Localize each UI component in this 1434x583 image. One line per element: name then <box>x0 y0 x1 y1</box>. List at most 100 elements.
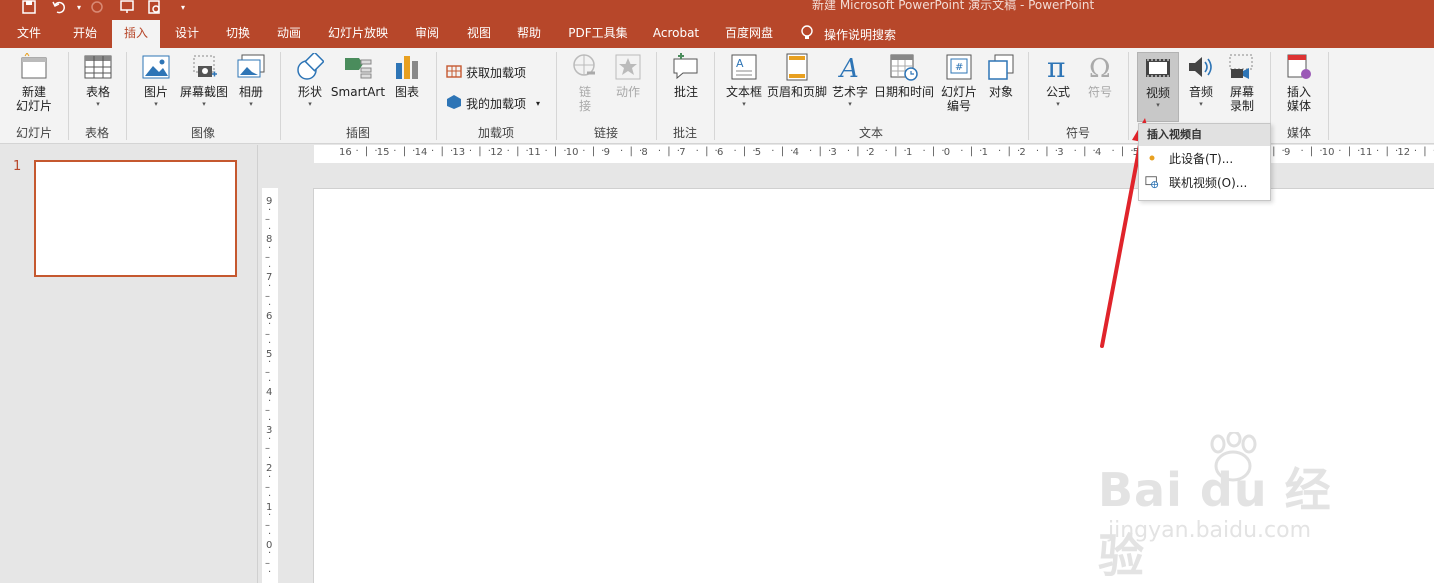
audio-button[interactable]: 音频 ▾ <box>1182 52 1220 109</box>
tab-home[interactable]: 开始 <box>62 20 108 48</box>
wordart-button[interactable]: A 艺术字 ▾ <box>830 52 870 109</box>
ruler-tick: · <box>771 146 775 157</box>
ruler-tick: · <box>846 146 851 157</box>
addin-cube-icon <box>446 94 462 113</box>
equation-label: 公式 <box>1045 85 1070 99</box>
tab-transitions[interactable]: 切换 <box>214 20 262 48</box>
slide-number-button[interactable]: # 幻灯片 编号 <box>938 52 980 113</box>
action-star-icon <box>613 52 643 82</box>
tell-me-search[interactable]: 操作说明搜索 <box>800 20 896 48</box>
new-slide-button[interactable]: 新建 幻灯片 <box>8 52 60 113</box>
comment-button[interactable]: 批注 <box>666 52 706 99</box>
tab-pdf-tools[interactable]: PDF工具集 <box>560 20 636 48</box>
action-button[interactable]: 动作 <box>608 52 648 99</box>
ruler-tick: · <box>1338 146 1342 157</box>
ruler-tick: | <box>553 146 558 157</box>
screenshot-label: 屏幕截图 <box>179 85 228 99</box>
textbox-icon: A <box>729 52 759 82</box>
preview-icon[interactable] <box>146 0 164 14</box>
vertical-ruler: 9 · – · 8 · – · 7 · – · 6 · – · 5 · – · 4 · – · 3 · – · 2 · – · 1 · – · 0 · – · <box>262 188 278 583</box>
chevron-down-icon: ▾ <box>96 100 100 108</box>
ruler-label: 13 <box>452 147 466 158</box>
chart-button[interactable]: 图表 <box>388 52 426 99</box>
my-addins-label: 我的加载项 <box>466 97 527 111</box>
ruler-tick: | <box>1385 146 1389 157</box>
ruler-tick: · <box>695 146 699 157</box>
svg-text:#: # <box>955 62 963 73</box>
link-globe-icon <box>570 52 600 82</box>
table-button[interactable]: 表格 ▾ <box>76 52 120 109</box>
menu-item-this-device[interactable]: 此设备(T)... <box>1139 146 1270 170</box>
tab-file[interactable]: 文件 <box>10 20 48 48</box>
symbol-button[interactable]: Ω 符号 <box>1080 52 1120 99</box>
ruler-tick: | <box>402 146 407 157</box>
menu-item-label: 联机视频(O)... <box>1169 175 1248 190</box>
ruler-label: 1 <box>906 147 913 158</box>
save-icon[interactable] <box>20 0 38 14</box>
tab-acrobat[interactable]: Acrobat <box>644 20 708 48</box>
header-footer-button[interactable]: 页眉和页脚 <box>766 52 828 99</box>
tab-baidu-netdisk[interactable]: 百度网盘 <box>716 20 782 48</box>
ruler-tick: | <box>440 146 444 157</box>
object-button[interactable]: 对象 <box>982 52 1020 99</box>
ruler-tick: | <box>1347 146 1352 157</box>
ruler-label: 8 <box>641 147 648 158</box>
group-images-label: 图像 <box>190 126 215 140</box>
picture-button[interactable]: 图片 ▾ <box>136 52 176 109</box>
tab-slideshow[interactable]: 幻灯片放映 <box>320 20 396 48</box>
separator <box>1328 52 1329 140</box>
ruler-tick: · <box>733 146 737 157</box>
ruler-tick: · <box>268 414 272 426</box>
menu-item-online-video[interactable]: 联机视频(O)... <box>1139 170 1270 194</box>
get-addins-button[interactable]: 获取加载项 <box>446 63 526 82</box>
screenshot-button[interactable]: 屏幕截图 ▾ <box>178 52 230 109</box>
customize-icon[interactable]: ▾ <box>174 0 192 14</box>
ruler-tick: · <box>657 146 662 157</box>
photo-album-button[interactable]: 相册 ▾ <box>232 52 270 109</box>
tab-insert[interactable]: 插入 <box>112 20 160 48</box>
slide-thumbnail[interactable] <box>34 160 237 277</box>
ruler-tick: · <box>922 146 926 157</box>
smartart-button[interactable]: SmartArt <box>330 52 386 99</box>
my-addins-button[interactable]: 我的加载项 ▾ <box>446 94 540 113</box>
present-icon[interactable] <box>118 0 136 14</box>
ruler-label: 7 <box>679 147 686 158</box>
picture-icon <box>141 52 171 82</box>
tell-me-label: 操作说明搜索 <box>824 27 897 42</box>
ruler-label: 11 <box>528 147 541 158</box>
shapes-button[interactable]: 形状 ▾ <box>290 52 330 109</box>
redo-icon[interactable] <box>88 0 106 14</box>
undo-dropdown-icon[interactable]: ▾ <box>70 0 88 14</box>
group-illustrations-label: 插图 <box>345 126 370 140</box>
textbox-button[interactable]: A 文本框 ▾ <box>724 52 764 109</box>
photo-album-icon <box>236 52 266 82</box>
picture-label: 图片 <box>143 85 168 99</box>
ruler-tick: · <box>268 338 272 350</box>
menu-item-label: 此设备(T)... <box>1169 151 1234 166</box>
calendar-clock-icon <box>889 52 919 82</box>
tab-animations[interactable]: 动画 <box>266 20 312 48</box>
smartart-label: SmartArt <box>330 85 386 99</box>
chevron-down-icon: ▾ <box>536 99 541 108</box>
group-links-label: 链接 <box>593 126 618 140</box>
video-label: 视频 <box>1145 86 1170 100</box>
insert-media-button[interactable]: 插入 媒体 <box>1278 52 1320 113</box>
ruler-label: 3 <box>1057 147 1064 158</box>
watermark-url: jingyan.baidu.com <box>1108 518 1312 543</box>
ruler-tick: | <box>818 146 822 157</box>
chevron-down-icon: ▾ <box>742 100 746 108</box>
screen-recording-button[interactable]: 屏幕 录制 <box>1222 52 1262 113</box>
get-addins-label: 获取加载项 <box>466 66 527 80</box>
link-button[interactable]: 链 接 <box>566 52 604 113</box>
symbol-label: 符号 <box>1087 85 1112 99</box>
datetime-button[interactable]: 日期和时间 <box>872 52 936 99</box>
equation-button[interactable]: π 公式 ▾ <box>1038 52 1078 109</box>
tab-review[interactable]: 审阅 <box>404 20 450 48</box>
undo-icon[interactable] <box>50 0 68 14</box>
tab-design[interactable]: 设计 <box>164 20 210 48</box>
tab-help[interactable]: 帮助 <box>506 20 552 48</box>
ruler-label: 5 <box>754 147 762 158</box>
tab-view[interactable]: 视图 <box>456 20 502 48</box>
insert-media-label: 插入 媒体 <box>1286 85 1311 113</box>
ruler-tick: | <box>478 146 482 157</box>
